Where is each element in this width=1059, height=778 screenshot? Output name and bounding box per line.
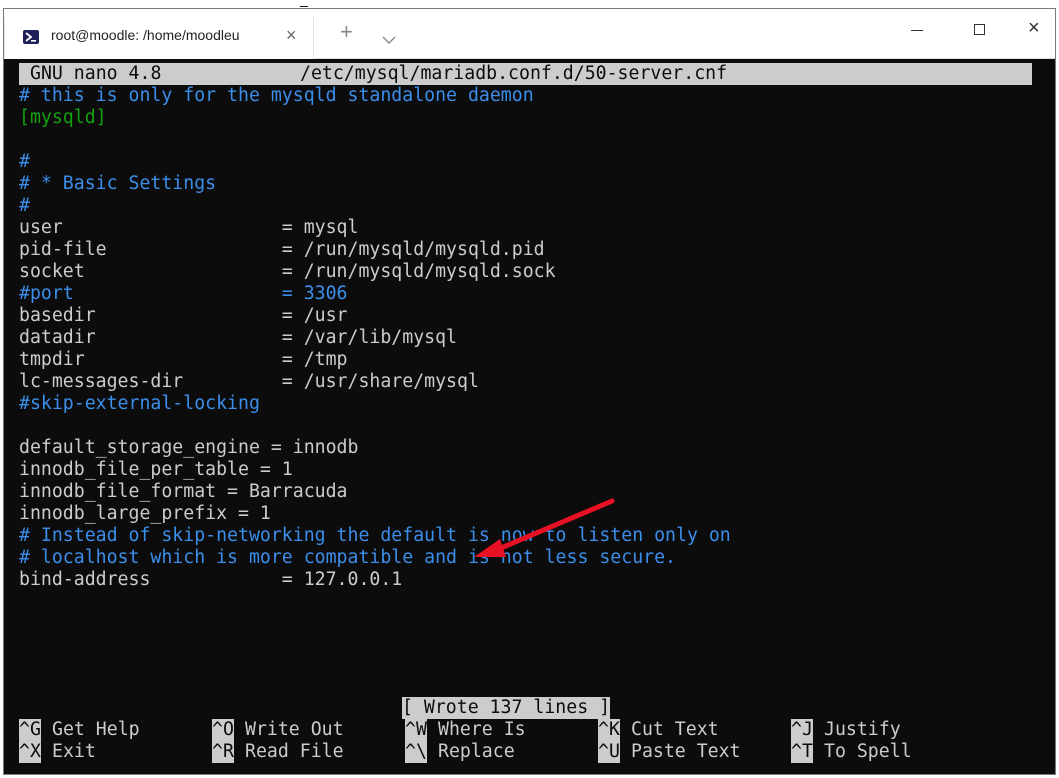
- file-line: tmpdir = /tmp: [19, 349, 348, 370]
- file-line: pid-file = /run/mysqld/mysqld.pid: [19, 239, 545, 260]
- file-line: innodb_file_format = Barracuda: [19, 481, 348, 502]
- tab-close-icon[interactable]: ×: [286, 25, 297, 46]
- shortcut-key-justify[interactable]: ^J: [791, 719, 813, 741]
- shortcut-key-where-is[interactable]: ^W: [405, 719, 427, 741]
- file-line: # this is only for the mysqld standalone…: [19, 85, 534, 106]
- shortcut-label-exit: Exit: [52, 741, 96, 762]
- file-line: datadir = /var/lib/mysql: [19, 327, 457, 348]
- file-line: default_storage_engine = innodb: [19, 437, 359, 458]
- nano-filename: /etc/mysql/mariadb.conf.d/50-server.cnf: [300, 63, 728, 84]
- nano-header: GNU nano 4.8 /etc/mysql/mariadb.conf.d/5…: [19, 63, 1032, 85]
- cropped-top-text: _: [0, 0, 1059, 8]
- shortcut-label-get-help: Get Help: [52, 719, 140, 740]
- shortcut-key-write-out[interactable]: ^O: [212, 719, 234, 741]
- file-line: # Instead of skip-networking the default…: [19, 525, 731, 546]
- shortcut-key-exit[interactable]: ^X: [19, 741, 41, 763]
- file-line: # * Basic Settings: [19, 173, 217, 194]
- shortcut-label-write-out: Write Out: [245, 719, 344, 740]
- tab-title: root@moodle: /home/moodleu: [51, 27, 240, 43]
- powershell-icon: [23, 30, 39, 44]
- file-line: lc-messages-dir = /usr/share/mysql: [19, 371, 479, 392]
- file-line: #port = 3306: [19, 283, 348, 304]
- file-line: #skip-external-locking: [19, 393, 260, 414]
- file-line: basedir = /usr: [19, 305, 348, 326]
- title-bar: root@moodle: /home/moodleu × + ×: [4, 9, 1055, 59]
- terminal-window: root@moodle: /home/moodleu × + × GNU nan…: [3, 8, 1056, 775]
- shortcut-key-replace[interactable]: ^\: [405, 741, 427, 763]
- shortcut-label-replace: Replace: [438, 741, 515, 762]
- nano-version: GNU nano 4.8: [30, 63, 162, 84]
- file-line: user = mysql: [19, 217, 359, 238]
- terminal-tab[interactable]: root@moodle: /home/moodleu ×: [4, 17, 314, 59]
- shortcut-key-paste-text[interactable]: ^U: [598, 741, 620, 763]
- close-window-button[interactable]: ×: [1028, 17, 1040, 40]
- terminal-body[interactable]: GNU nano 4.8 /etc/mysql/mariadb.conf.d/5…: [4, 59, 1055, 774]
- maximize-button[interactable]: [974, 24, 985, 35]
- shortcut-label-read-file: Read File: [245, 741, 344, 762]
- minimize-button[interactable]: [911, 30, 923, 31]
- shortcut-label-where-is: Where Is: [438, 719, 526, 740]
- new-tab-button[interactable]: +: [340, 21, 353, 43]
- shortcut-label-cut-text: Cut Text: [631, 719, 719, 740]
- shortcut-key-cut-text[interactable]: ^K: [598, 719, 620, 741]
- file-line: #: [19, 151, 30, 172]
- file-line: #: [19, 195, 30, 216]
- file-line: innodb_large_prefix = 1: [19, 503, 271, 524]
- status-message: [ Wrote 137 lines ]: [402, 697, 611, 719]
- shortcut-key-read-file[interactable]: ^R: [212, 741, 234, 763]
- shortcut-key-get-help[interactable]: ^G: [19, 719, 41, 741]
- shortcut-label-paste-text: Paste Text: [631, 741, 741, 762]
- file-line: socket = /run/mysqld/mysqld.sock: [19, 261, 556, 282]
- red-arrow-annotation: [474, 498, 615, 557]
- shortcut-label-justify: Justify: [824, 719, 901, 740]
- shortcut-label-to-spell: To Spell: [824, 741, 912, 762]
- file-line: innodb_file_per_table = 1: [19, 459, 293, 480]
- chevron-down-icon[interactable]: [382, 29, 396, 48]
- file-line: bind-address = 127.0.0.1: [19, 569, 403, 590]
- shortcut-key-to-spell[interactable]: ^T: [791, 741, 813, 763]
- file-line: [mysqld]: [19, 107, 107, 128]
